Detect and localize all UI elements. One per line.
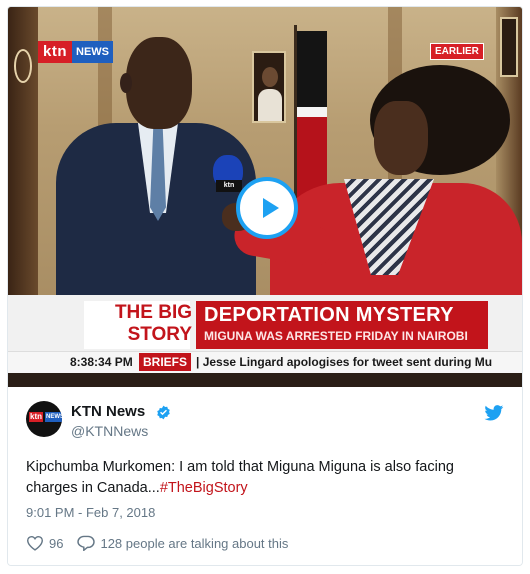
avatar-logo-news: NEWS [45, 412, 62, 422]
embedded-tweet-card[interactable]: ktn ktn NEWS EARLIER THE BIG STORY DEPOR… [7, 6, 523, 566]
conversation-link[interactable]: 128 people are talking about this [77, 535, 288, 551]
hashtag-link[interactable]: #TheBigStory [160, 480, 248, 496]
program-label-line2: STORY [127, 324, 192, 345]
tweet-body: ktn NEWS KTN News @KTNNews Kipchumba Mur… [8, 387, 522, 565]
lower-third: THE BIG STORY DEPORTATION MYSTERY MIGUNA… [8, 295, 522, 385]
microphone-label: ktn [216, 180, 242, 192]
comment-bubble-icon [77, 535, 96, 551]
avatar-logo-ktn: ktn [29, 412, 43, 422]
news-ticker: | Jesse Lingard apologises for tweet sen… [196, 355, 493, 369]
heart-icon [26, 535, 44, 551]
wall-frame-right [500, 17, 518, 77]
like-count: 96 [49, 535, 64, 551]
twitter-bird-icon[interactable] [484, 405, 504, 421]
user-handle[interactable]: @KTNNews [71, 423, 148, 439]
channel-logo-ktn: ktn [38, 41, 72, 63]
program-label-line1: THE BIG [114, 302, 192, 323]
avatar[interactable]: ktn NEWS [26, 401, 62, 437]
video-player[interactable]: ktn ktn NEWS EARLIER THE BIG STORY DEPOR… [8, 7, 522, 387]
subheadline: MIGUNA WAS ARRESTED FRIDAY IN NAIROBI [204, 329, 468, 343]
broadcast-time: 8:38:34 PM [70, 355, 133, 369]
wall-emblem [14, 49, 32, 83]
display-name[interactable]: KTN News [71, 403, 145, 420]
tweet-timestamp[interactable]: 9:01 PM - Feb 7, 2018 [26, 505, 155, 520]
headline: DEPORTATION MYSTERY [204, 304, 454, 326]
channel-logo: ktn NEWS [38, 41, 113, 63]
interviewee-head [126, 37, 192, 129]
like-button[interactable]: 96 [26, 535, 63, 551]
play-icon[interactable] [236, 177, 298, 239]
wall-portrait [252, 51, 286, 123]
conversation-count-text: 128 people are talking about this [100, 535, 289, 551]
tweet-actions: 96 128 people are talking about this [26, 533, 288, 553]
lower-third-bottom-strip [8, 373, 522, 385]
verified-badge-icon [157, 405, 170, 420]
reporter-face [374, 101, 428, 175]
channel-logo-news: NEWS [72, 41, 113, 63]
tweet-text: Kipchumba Murkomen: I am told that Migun… [26, 457, 506, 499]
interviewee-ear [120, 73, 132, 93]
briefs-label: BRIEFS [139, 353, 192, 371]
earlier-badge: EARLIER [430, 43, 484, 60]
